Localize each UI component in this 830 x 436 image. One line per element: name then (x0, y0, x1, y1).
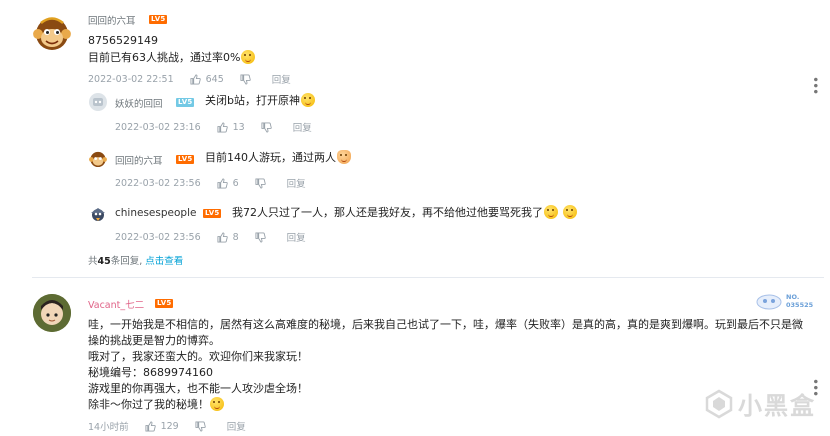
cry-emoji-icon (562, 205, 577, 219)
level-badge: LV5 (149, 15, 168, 24)
reply-button[interactable]: 回复 (287, 230, 306, 244)
reply-button[interactable]: 回复 (293, 120, 312, 134)
reply-text: 关闭b站，打开原神 (205, 93, 315, 109)
fan-badge-stamp: NO. 035525 (756, 290, 820, 314)
reply-summary: 共45条回复, 点击查看 (88, 253, 183, 267)
reply-meta: 2022-03-02 23:16 13 回复 (115, 120, 312, 135)
dislike-button[interactable] (255, 177, 271, 189)
reply-avatar[interactable] (89, 93, 107, 111)
thumbs-up-icon (145, 420, 156, 432)
thumbs-down-icon (261, 121, 272, 133)
reply-time: 2022-03-02 23:16 (115, 121, 201, 133)
dislike-button[interactable] (255, 231, 271, 243)
thumbs-up-icon (217, 177, 228, 189)
level-badge: LV5 (176, 98, 195, 107)
dislike-button[interactable] (261, 121, 277, 133)
comment-text: 除非～你过了我的秘境！ (88, 398, 209, 411)
avatar[interactable] (33, 294, 71, 332)
level-badge: LV5 (155, 299, 174, 308)
comment-text-line: 游戏里的你再强大，也不能一人攻沙虐全场！ (88, 382, 308, 395)
reply-meta: 2022-03-02 23:56 8 回复 (115, 230, 306, 245)
comment-time: 14小时前 (88, 422, 129, 433)
thumbs-down-icon (255, 177, 266, 189)
summary-suffix: 条回复, (110, 256, 143, 267)
dislike-button[interactable] (240, 73, 256, 85)
level-badge: LV5 (203, 209, 222, 218)
thumbs-down-icon (240, 73, 251, 85)
comment-text-line: 秘境编号：8689974160 (88, 366, 213, 379)
comment-time: 2022-03-02 22:51 (88, 73, 174, 85)
reply-meta: 2022-03-02 23:56 6 回复 (115, 176, 306, 191)
stamp-number: 035525 (786, 301, 814, 309)
comment-text-line: 目前已有63人挑战，通过率0% (88, 50, 256, 66)
like-button[interactable]: 6 (217, 178, 239, 189)
comment-text-line: 除非～你过了我的秘境！ (88, 397, 224, 413)
watermark: 小黑盒 (704, 386, 816, 421)
like-count: 6 (232, 177, 239, 189)
like-count: 129 (160, 420, 179, 432)
like-button[interactable]: 645 (190, 74, 224, 85)
reply-text-content: 我72人只过了一人，那人还是我好友，再不给他过他要骂死我了 (232, 206, 543, 219)
more-options-icon[interactable]: ••• (808, 76, 822, 94)
like-count: 8 (232, 231, 239, 243)
reply-time: 2022-03-02 23:56 (115, 231, 201, 243)
comment-meta: 2022-03-02 22:51 645 回复 (88, 72, 291, 87)
like-button[interactable]: 8 (217, 232, 239, 243)
thumbs-up-icon (190, 73, 201, 85)
comment-text-line: 8756529149 (88, 34, 158, 47)
comment-text-line: 哇，一开始我是不相信的，居然有这么高难度的秘境，后来我自己也试了一下，哇，爆率（… (88, 318, 803, 331)
like-count: 645 (205, 73, 224, 85)
comment-text-line: 哦对了，我家还蛮大的。欢迎你们来我家玩！ (88, 350, 308, 363)
comment-divider (32, 277, 824, 278)
reply-avatar[interactable] (89, 205, 107, 223)
fan-badge-icon (756, 294, 782, 310)
xiaoheihe-logo-icon (705, 389, 733, 418)
monkey-avatar-icon (33, 17, 71, 50)
like-button[interactable]: 13 (217, 122, 245, 133)
reply-username[interactable]: 回回的六耳 (115, 153, 163, 167)
level-badge: LV5 (176, 155, 195, 164)
stamp-no: NO. (786, 293, 800, 301)
reply-button[interactable]: 回复 (272, 72, 291, 86)
like-button[interactable]: 129 (145, 421, 179, 432)
comment-meta: 14小时前 129 回复 (88, 419, 246, 434)
view-all-replies-link[interactable]: 点击查看 (145, 256, 183, 267)
dislike-button[interactable] (195, 420, 211, 432)
thumbs-up-icon (217, 231, 228, 243)
comment-text: 目前已有63人挑战，通过率0% (88, 51, 241, 64)
comment-username[interactable]: 回回的六耳 (88, 13, 136, 27)
grin-emoji-icon (241, 50, 256, 64)
comment-username[interactable]: Vacant_七二 (88, 297, 144, 311)
watermark-text: 小黑盒 (738, 392, 816, 420)
cat-emoji-icon (337, 150, 351, 164)
reply-text: 目前140人游玩，通过两人 (205, 150, 351, 166)
reply-button[interactable]: 回复 (227, 419, 246, 433)
monkey-avatar-icon (89, 151, 107, 168)
character-avatar-icon (33, 294, 71, 332)
reply-text: 我72人只过了一人，那人还是我好友，再不给他过他要骂死我了 (232, 205, 577, 221)
reply-time: 2022-03-02 23:56 (115, 177, 201, 189)
reply-username[interactable]: 妖妖的回回 (115, 96, 163, 110)
robot-avatar-icon (93, 98, 103, 106)
reply-text-content: 关闭b站，打开原神 (205, 94, 300, 107)
comment-text-line: 操的挑战更是智力的博弈。 (88, 334, 220, 347)
thumbs-down-icon (195, 420, 206, 432)
reply-avatar[interactable] (89, 150, 107, 168)
reply-text-content: 目前140人游玩，通过两人 (205, 151, 336, 164)
like-count: 13 (232, 121, 245, 133)
summary-prefix: 共 (88, 256, 98, 267)
thumbs-down-icon (255, 231, 266, 243)
summary-count: 45 (97, 256, 111, 267)
laugh-emoji-icon (300, 93, 315, 107)
reply-button[interactable]: 回复 (287, 176, 306, 190)
reply-username[interactable]: chinesespeople (115, 207, 196, 219)
thumbs-up-icon (217, 121, 228, 133)
bird-avatar-icon (91, 208, 105, 221)
wink-emoji-icon (210, 397, 224, 411)
cry-emoji-icon (544, 205, 558, 219)
avatar[interactable] (33, 14, 71, 52)
